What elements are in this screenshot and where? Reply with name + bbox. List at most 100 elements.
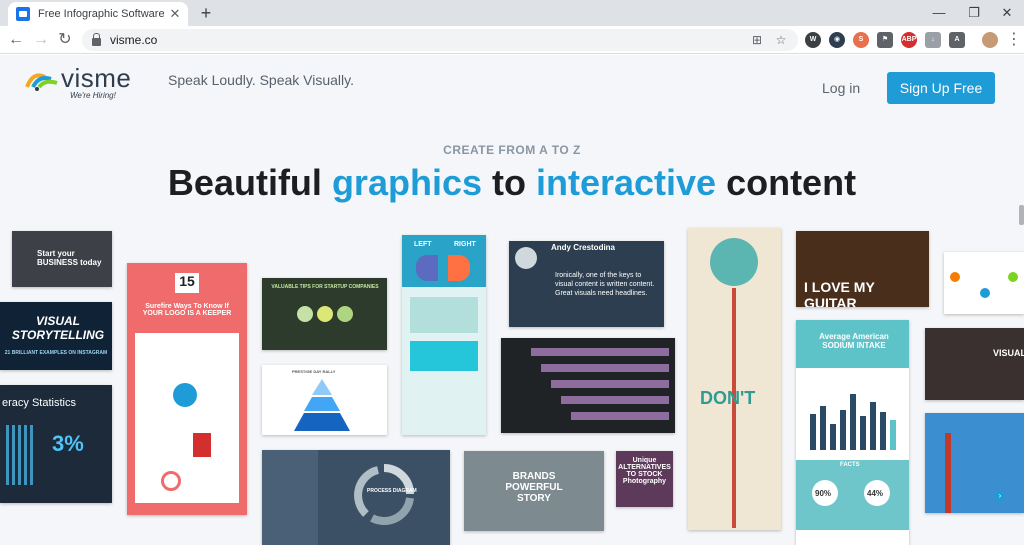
wordpress-extension-icon[interactable]: W xyxy=(805,32,821,48)
tile-dont[interactable]: DON'T xyxy=(688,228,781,530)
sodium-pct-1: 90% xyxy=(815,489,832,498)
tile-startup-text: VALUABLE TIPS FOR STARTUP COMPANIES xyxy=(271,284,379,290)
browser-tab-bar: Free Infographic Software and Pr ✕ + — ❐… xyxy=(0,0,1024,26)
process-label: PROCESS DIAGRAM xyxy=(367,488,417,494)
logo-hiring-link[interactable]: We're Hiring! xyxy=(70,91,116,100)
tile-guitar-text: I LOVE MY GUITAR xyxy=(804,279,875,307)
minimize-icon[interactable]: — xyxy=(922,0,956,26)
tile-dont-text: DON'T xyxy=(700,388,756,408)
tile-brands-text: BRANDS POWERFUL STORY xyxy=(505,471,563,504)
bookmark-star-icon[interactable]: ☆ xyxy=(774,33,788,47)
page-scrollbar[interactable] xyxy=(1019,205,1024,225)
sodium-facts-label: FACTS xyxy=(840,462,860,468)
people-figures xyxy=(6,425,36,485)
tile-timeline[interactable] xyxy=(501,338,675,433)
seo-extension-icon[interactable]: S xyxy=(853,32,869,48)
adblock-plus-icon[interactable]: ABP xyxy=(901,32,917,48)
startup-icon-2 xyxy=(317,306,333,322)
headline-accent-graphics: graphics xyxy=(331,162,482,203)
reload-icon[interactable]: ↻ xyxy=(55,30,75,50)
page-content: visme We're Hiring! Speak Loudly. Speak … xyxy=(0,55,1024,545)
translate-icon[interactable]: ⊞ xyxy=(750,33,764,47)
tile-pyramid[interactable]: PRESTIGE DAY RALLY xyxy=(262,365,387,435)
extension-icon[interactable]: A xyxy=(949,32,965,48)
tile-stock-photo[interactable]: Unique ALTERNATIVES TO STOCK Photography xyxy=(616,451,673,507)
brain-stats-block-2 xyxy=(410,341,478,371)
tile-logo-num: 15 xyxy=(175,273,199,293)
address-bar[interactable]: visme.co ⊞ ☆ xyxy=(82,29,798,51)
tile-process-steps[interactable] xyxy=(944,252,1024,314)
tile-brands-story[interactable]: BRANDS POWERFUL STORY xyxy=(464,451,604,531)
step-2-icon xyxy=(980,288,990,298)
andy-quote: Ironically, one of the keys to visual co… xyxy=(555,272,655,297)
tile-guitar[interactable]: I LOVE MY GUITAR xyxy=(796,231,929,307)
tile-storytelling[interactable]: VISUAL STORYTELLING 21 BRILLIANT EXAMPLE… xyxy=(0,302,112,370)
headline-part-2: to xyxy=(481,162,536,203)
logo-wordmark: visme xyxy=(61,63,132,93)
visme-favicon-icon xyxy=(16,7,30,21)
tile-process-diagram[interactable]: PROCESS DIAGRAM xyxy=(262,450,450,545)
andy-name: Andy Crestodina xyxy=(551,243,616,252)
sodium-bar-chart xyxy=(810,394,896,450)
process-cycle-diagram xyxy=(354,464,414,526)
lock-icon[interactable] xyxy=(92,32,101,46)
tile-sodium[interactable]: Average American SODIUM INTAKE FACTS 90%… xyxy=(796,320,909,545)
browser-tab[interactable]: Free Infographic Software and Pr ✕ xyxy=(8,2,188,26)
login-link[interactable]: Log in xyxy=(822,80,860,96)
startup-icon-1 xyxy=(297,306,313,322)
logo-target-icon xyxy=(161,471,181,491)
logo-p-icon xyxy=(173,383,197,407)
new-tab-icon[interactable]: + xyxy=(196,3,216,23)
tile-visual-photo[interactable]: VISUAL xyxy=(925,328,1024,400)
tile-storytelling-text: VISUAL STORYTELLING xyxy=(11,314,105,342)
close-window-icon[interactable]: ✕ xyxy=(990,0,1024,26)
tile-literacy[interactable]: eracy Statistics 3% xyxy=(0,385,112,503)
visme-logo-icon xyxy=(25,73,58,91)
carousel-arrow-icon[interactable]: › xyxy=(995,491,1005,501)
download-extension-icon[interactable]: ↓ xyxy=(925,32,941,48)
tile-logo-title: Surefire Ways To Know If YOUR LOGO IS A … xyxy=(142,303,232,317)
tile-business-text: Start your BUSINESS today xyxy=(37,249,102,267)
sodium-pct-2: 44% xyxy=(867,489,884,498)
profile-avatar[interactable] xyxy=(982,32,998,48)
back-icon[interactable]: ← xyxy=(6,30,26,50)
timeline-bar-2 xyxy=(541,364,669,372)
flag-extension-icon[interactable]: ⚑ xyxy=(877,32,893,48)
tile-pyramid-title: PRESTIGE DAY RALLY xyxy=(292,369,336,374)
tab-title: Free Infographic Software and Pr xyxy=(38,8,168,20)
signup-button[interactable]: Sign Up Free xyxy=(887,72,995,104)
visme-logo[interactable]: visme We're Hiring! xyxy=(25,63,150,105)
sodium-title: Average American SODIUM INTAKE xyxy=(819,332,889,350)
tile-left-right-brain[interactable]: LEFT RIGHT xyxy=(402,235,486,435)
headline-part-3: content xyxy=(716,162,857,203)
restore-icon[interactable]: ❐ xyxy=(957,0,991,26)
tagline: Speak Loudly. Speak Visually. xyxy=(168,72,355,88)
andy-avatar xyxy=(515,247,537,269)
eye-extension-icon[interactable]: ◉ xyxy=(829,32,845,48)
menu-kebab-icon[interactable]: ⋮ xyxy=(1004,30,1024,50)
tile-business[interactable]: Start your BUSINESS today xyxy=(12,231,112,287)
left-brain-icon xyxy=(416,255,438,281)
forward-icon[interactable]: → xyxy=(31,30,51,50)
hero-headline: Beautiful graphics to interactive conten… xyxy=(0,162,1024,204)
tile-stock-text: Unique ALTERNATIVES TO STOCK Photography xyxy=(618,457,671,485)
brain-left-label: LEFT xyxy=(414,241,432,248)
url-text[interactable]: visme.co xyxy=(110,33,740,47)
process-side-panel xyxy=(262,450,318,545)
tile-literacy-title: eracy Statistics xyxy=(2,397,76,409)
step-1-icon xyxy=(950,272,960,282)
browser-toolbar: ← → ↻ visme.co ⊞ ☆ W ◉ S ⚑ ABP ↓ A ⋮ xyxy=(0,26,1024,54)
logo-coke-icon xyxy=(193,433,211,457)
tile-bridge-photo[interactable]: › xyxy=(925,413,1024,513)
tile-visual-text: VISUAL xyxy=(993,348,1024,358)
close-tab-icon[interactable]: ✕ xyxy=(168,6,182,22)
brain-stats-block xyxy=(410,297,478,333)
tile-andy-quote[interactable]: Andy Crestodina Ironically, one of the k… xyxy=(509,241,664,327)
headline-part-1: Beautiful xyxy=(167,162,332,203)
tile-logo-keeper[interactable]: 15 Surefire Ways To Know If YOUR LOGO IS… xyxy=(127,263,247,515)
brain-right-label: RIGHT xyxy=(454,241,476,248)
timeline-bar-4 xyxy=(561,396,669,404)
headline-accent-interactive: interactive xyxy=(535,162,717,203)
pyramid-diagram xyxy=(294,379,350,431)
tile-startup-tips[interactable]: VALUABLE TIPS FOR STARTUP COMPANIES xyxy=(262,278,387,350)
